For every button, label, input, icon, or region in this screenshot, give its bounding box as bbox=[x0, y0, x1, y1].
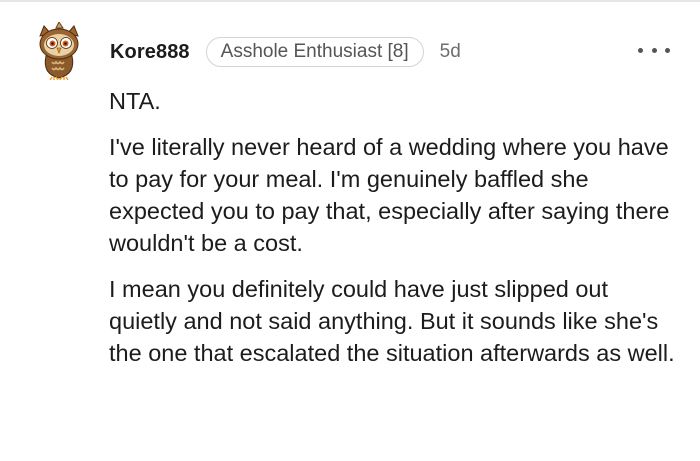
username-link[interactable]: Kore888 bbox=[110, 41, 190, 64]
top-divider bbox=[0, 0, 700, 2]
comment-timestamp[interactable]: 5d bbox=[440, 41, 461, 63]
more-options-icon-dot bbox=[638, 47, 643, 53]
user-avatar[interactable] bbox=[34, 21, 84, 81]
comment-paragraph: I've literally never heard of a wedding … bbox=[109, 134, 670, 256]
owl-avatar-icon bbox=[39, 21, 79, 81]
comment-body: NTA. I've literally never heard of a wed… bbox=[109, 85, 679, 383]
more-options-button[interactable] bbox=[638, 38, 670, 62]
comment-paragraph: I mean you definitely could have just sl… bbox=[109, 276, 675, 366]
user-flair: Asshole Enthusiast [8] bbox=[205, 37, 424, 67]
comment-header: Kore888 Asshole Enthusiast [8] 5d bbox=[110, 36, 461, 68]
comment-paragraph: NTA. bbox=[109, 88, 161, 114]
more-options-icon-dot bbox=[665, 47, 670, 53]
more-options-icon-dot bbox=[651, 47, 657, 53]
